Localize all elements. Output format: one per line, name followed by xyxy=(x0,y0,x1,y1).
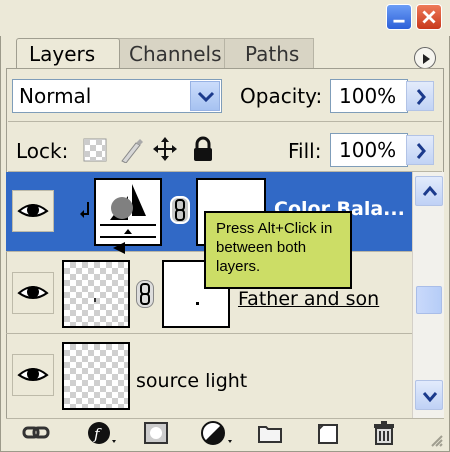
chevron-down-icon xyxy=(197,91,215,103)
layer-style-button[interactable]: f xyxy=(86,420,116,446)
visibility-toggle[interactable] xyxy=(12,272,54,314)
trash-icon xyxy=(374,421,394,445)
scroll-thumb[interactable] xyxy=(416,286,442,314)
fill-label: Fill: xyxy=(288,139,322,163)
minimize-icon xyxy=(393,19,405,23)
visibility-toggle[interactable] xyxy=(12,354,54,396)
blend-mode-dropdown[interactable] xyxy=(190,81,220,111)
layer-row-source-light[interactable]: source light xyxy=(6,334,412,418)
lock-all-icon xyxy=(194,136,212,161)
close-icon xyxy=(422,10,436,24)
new-group-button[interactable] xyxy=(256,420,284,446)
fill-slider-button[interactable] xyxy=(406,135,434,165)
panel-menu-button[interactable] xyxy=(414,47,436,69)
tab-paths[interactable]: Paths xyxy=(224,38,314,68)
eye-icon xyxy=(17,368,49,381)
new-layer-button[interactable] xyxy=(314,420,342,446)
minimize-button[interactable] xyxy=(386,4,412,30)
tab-layers[interactable]: Layers xyxy=(16,38,120,68)
divider xyxy=(8,121,442,122)
adjustment-layer-button[interactable] xyxy=(200,420,232,446)
fill-field[interactable]: 100% xyxy=(330,133,408,167)
lock-position-icon xyxy=(153,137,177,161)
adjustment-icon xyxy=(201,421,232,445)
opacity-field[interactable]: 100% xyxy=(330,79,408,113)
layer-style-icon: f xyxy=(88,422,116,444)
chevron-right-icon xyxy=(416,89,426,105)
hint-tooltip: Press Alt+Click in between both layers. xyxy=(204,211,352,289)
resize-grip-icon[interactable] xyxy=(428,432,444,448)
lock-image-button[interactable] xyxy=(118,137,144,164)
opacity-slider-button[interactable] xyxy=(406,81,434,111)
eye-icon xyxy=(17,286,49,299)
scroll-up-button[interactable] xyxy=(415,176,443,206)
close-button[interactable] xyxy=(416,4,442,30)
mask-link-button[interactable] xyxy=(170,196,190,224)
chevron-right-icon xyxy=(416,143,426,159)
opacity-label: Opacity: xyxy=(240,84,323,108)
new-layer-icon xyxy=(318,424,338,444)
link-layers-button[interactable] xyxy=(22,420,50,446)
tab-channels[interactable]: Channels xyxy=(114,38,226,68)
panel-tabs: Channels Paths Layers xyxy=(10,36,450,68)
layers-scrollbar[interactable] xyxy=(412,172,444,418)
visibility-toggle[interactable] xyxy=(12,190,54,232)
folder-icon xyxy=(258,426,282,443)
lock-label: Lock: xyxy=(16,139,69,163)
layer-thumbnail xyxy=(62,260,130,328)
mask-link-button[interactable] xyxy=(136,280,154,308)
scroll-down-button[interactable] xyxy=(415,380,443,410)
color-balance-icon xyxy=(100,184,156,238)
layer-name[interactable]: Father and son xyxy=(238,288,379,310)
lock-transparent-icon xyxy=(83,138,107,162)
title-bar xyxy=(0,0,450,36)
chain-link-icon xyxy=(140,283,150,305)
eye-icon xyxy=(17,204,49,217)
layers-list: Color Bala... Father and son source ligh… xyxy=(6,172,412,418)
delete-layer-button[interactable] xyxy=(370,420,398,446)
chevron-down-icon xyxy=(422,392,438,403)
adjustment-thumbnail xyxy=(94,178,162,246)
add-mask-button[interactable] xyxy=(142,420,170,446)
link-icon xyxy=(22,426,50,439)
lock-position-button[interactable] xyxy=(152,136,178,162)
chevron-up-icon xyxy=(422,185,438,196)
clipping-arrow-icon xyxy=(80,202,89,218)
lock-transparent-button[interactable] xyxy=(82,137,108,163)
chain-link-icon xyxy=(175,199,185,221)
play-arrow-icon xyxy=(423,54,430,64)
layer-thumbnail xyxy=(62,342,130,410)
mask-icon xyxy=(144,422,168,444)
layer-name[interactable]: source light xyxy=(136,370,247,392)
lock-image-icon xyxy=(121,139,143,164)
lock-all-button[interactable] xyxy=(190,136,216,162)
